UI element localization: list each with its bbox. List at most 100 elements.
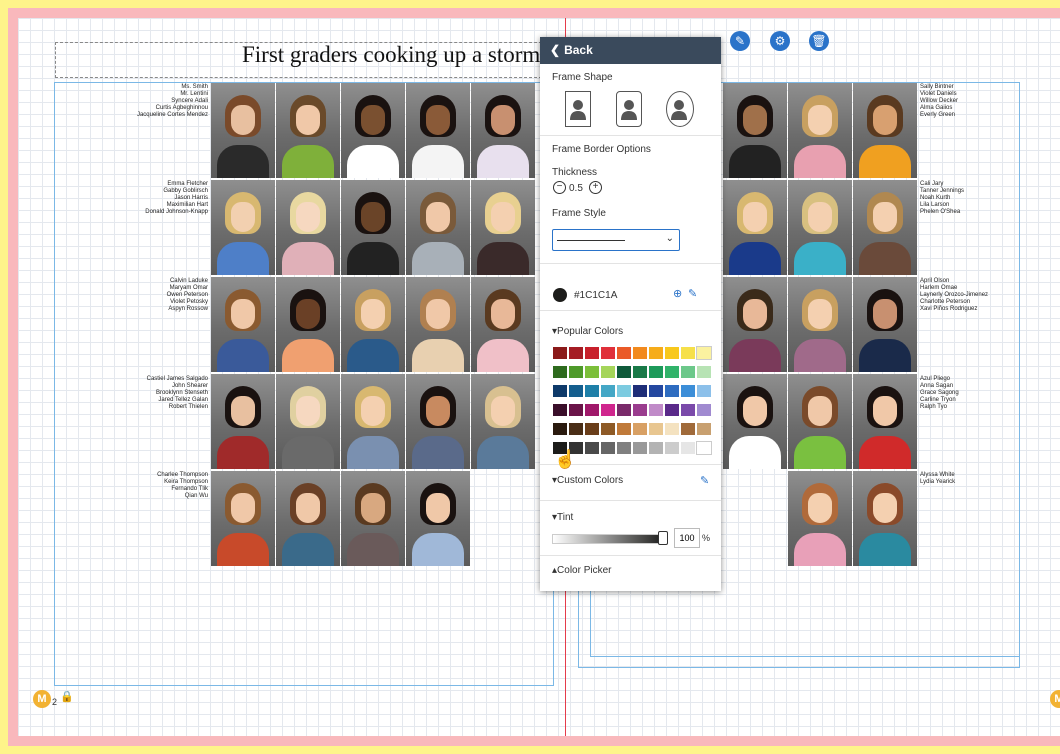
color-swatch[interactable] — [585, 347, 599, 359]
student-photo[interactable] — [211, 83, 275, 178]
student-photo[interactable] — [406, 374, 470, 469]
color-swatch[interactable] — [681, 366, 695, 378]
student-photo[interactable] — [406, 180, 470, 275]
student-photo[interactable] — [853, 83, 917, 178]
student-photo[interactable] — [276, 180, 340, 275]
student-photo[interactable] — [341, 277, 405, 372]
student-photo[interactable] — [788, 83, 852, 178]
color-swatch[interactable] — [665, 442, 679, 454]
name-group[interactable]: Castiel James Salgado John Shearer Brookly… — [58, 376, 208, 411]
color-swatch[interactable] — [649, 366, 663, 378]
color-swatch[interactable] — [681, 423, 695, 435]
color-swatch[interactable] — [601, 404, 615, 416]
student-photo[interactable] — [276, 277, 340, 372]
student-photo[interactable] — [723, 180, 787, 275]
color-swatch[interactable] — [553, 385, 567, 397]
name-group[interactable]: Ms. Smith Mr. Lentini Syncere Adali Curtis … — [58, 84, 208, 119]
student-photo[interactable] — [853, 180, 917, 275]
color-swatch[interactable] — [665, 366, 679, 378]
color-swatch[interactable] — [633, 423, 647, 435]
color-picker-toggle[interactable]: ▴Color Picker — [552, 565, 612, 576]
student-photo[interactable] — [341, 374, 405, 469]
tint-input[interactable]: 100 — [674, 528, 700, 548]
current-color-swatch[interactable] — [553, 288, 567, 302]
color-swatch[interactable] — [585, 404, 599, 416]
student-photo[interactable] — [853, 277, 917, 372]
student-photo[interactable] — [276, 374, 340, 469]
student-photo[interactable] — [276, 83, 340, 178]
color-swatch[interactable] — [649, 347, 663, 359]
student-photo[interactable] — [211, 180, 275, 275]
tint-toggle[interactable]: ▾Tint — [552, 512, 573, 523]
student-photo[interactable] — [853, 471, 917, 566]
frame-shape-rounded-button[interactable] — [616, 91, 642, 127]
color-swatch[interactable] — [633, 385, 647, 397]
color-swatch[interactable] — [633, 366, 647, 378]
popular-colors-toggle[interactable]: ▾Popular Colors — [552, 326, 623, 337]
name-group[interactable]: Emma Fletcher Gabby Goblirsch Jason Harris… — [58, 181, 208, 216]
student-photo[interactable] — [406, 83, 470, 178]
student-photo[interactable] — [723, 83, 787, 178]
student-photo[interactable] — [853, 374, 917, 469]
tint-slider-handle[interactable] — [658, 531, 668, 545]
color-swatch[interactable] — [697, 366, 711, 378]
name-group[interactable]: Calvin Laduke Maryam Omar Owen Peterson Vio… — [58, 278, 208, 313]
student-photo[interactable] — [788, 471, 852, 566]
color-swatch[interactable] — [649, 442, 663, 454]
color-swatch[interactable] — [697, 423, 711, 435]
student-photo[interactable] — [276, 471, 340, 566]
color-swatch[interactable] — [553, 423, 567, 435]
back-button[interactable]: ❮ Back — [540, 37, 721, 64]
color-swatch[interactable] — [665, 423, 679, 435]
student-photo[interactable] — [471, 180, 535, 275]
color-swatch[interactable] — [601, 366, 615, 378]
color-swatch[interactable] — [681, 347, 695, 359]
color-swatch[interactable] — [553, 404, 567, 416]
color-swatch[interactable] — [569, 404, 583, 416]
edit-custom-colors-icon[interactable]: ✎ — [700, 474, 709, 487]
page-title[interactable]: First graders cooking up a storm — [242, 42, 540, 68]
student-photo[interactable] — [788, 277, 852, 372]
color-swatch[interactable] — [617, 347, 631, 359]
gear-icon[interactable]: ⚙ — [770, 31, 790, 51]
name-group[interactable]: April Olson Harlem Omae Laynerly Orozco-Ji… — [920, 278, 1060, 313]
color-swatch[interactable] — [553, 347, 567, 359]
frame-style-dropdown[interactable]: ⌄ — [552, 229, 680, 251]
color-swatch[interactable] — [665, 385, 679, 397]
color-swatch[interactable] — [569, 347, 583, 359]
add-color-icon[interactable]: ⊕ — [673, 287, 682, 300]
student-photo[interactable] — [341, 83, 405, 178]
color-swatch[interactable] — [585, 366, 599, 378]
student-photo[interactable] — [788, 180, 852, 275]
pencil-icon[interactable]: ✎ — [730, 31, 750, 51]
custom-colors-toggle[interactable]: ▾Custom Colors — [552, 475, 623, 486]
student-photo[interactable] — [211, 374, 275, 469]
color-swatch[interactable] — [569, 385, 583, 397]
color-swatch[interactable] — [601, 423, 615, 435]
trash-icon[interactable]: 🗑 — [809, 31, 829, 51]
color-swatch[interactable] — [649, 385, 663, 397]
student-photo[interactable] — [406, 471, 470, 566]
name-group[interactable]: Alyssa White Lydia Yearick — [920, 472, 1060, 486]
frame-shape-square-button[interactable] — [565, 91, 591, 127]
color-swatch[interactable] — [649, 404, 663, 416]
color-swatch[interactable] — [617, 442, 631, 454]
color-swatch[interactable] — [617, 423, 631, 435]
name-group[interactable]: Azul Pliego Anna Sagan Grace Sagong Carline… — [920, 376, 1060, 411]
color-swatch[interactable] — [633, 404, 647, 416]
name-group[interactable]: Charlee Thompson Keira Thompson Fernando T… — [58, 472, 208, 500]
student-photo[interactable] — [723, 277, 787, 372]
master-page-badge[interactable]: M — [33, 690, 51, 708]
color-swatch[interactable] — [697, 385, 711, 397]
color-swatch[interactable] — [633, 442, 647, 454]
color-swatch[interactable] — [696, 346, 712, 360]
student-photo[interactable] — [211, 277, 275, 372]
color-swatch[interactable] — [601, 442, 615, 454]
color-swatch[interactable] — [665, 404, 679, 416]
student-photo[interactable] — [341, 180, 405, 275]
color-swatch[interactable] — [649, 423, 663, 435]
lock-icon[interactable]: 🔒 — [60, 690, 74, 703]
color-swatch[interactable] — [569, 366, 583, 378]
color-swatch[interactable] — [681, 442, 695, 454]
color-swatch[interactable] — [697, 404, 711, 416]
